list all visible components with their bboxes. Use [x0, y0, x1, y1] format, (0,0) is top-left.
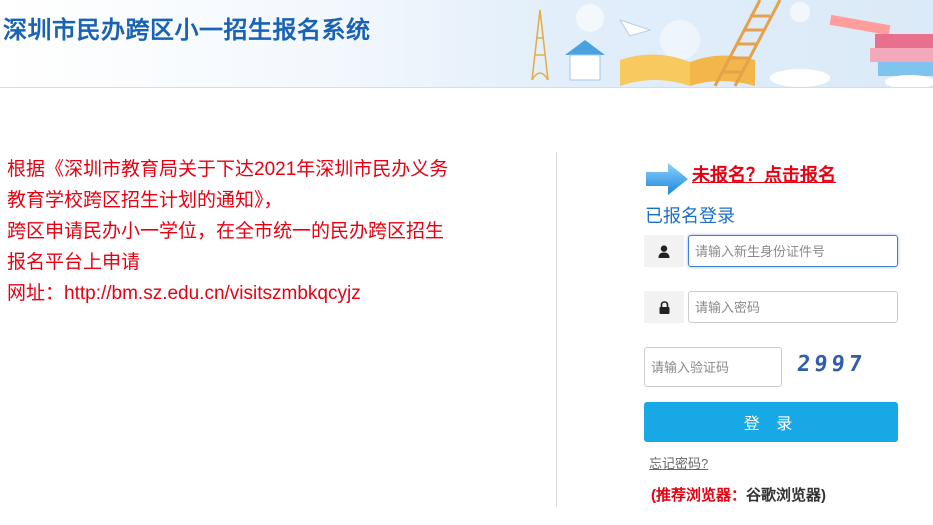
notice-line: 报名平台上申请	[7, 252, 141, 273]
login-heading: 已报名登录	[645, 206, 735, 226]
user-addon	[644, 235, 684, 267]
banner-illustration	[531, 0, 933, 87]
notice-line: 根据《深圳市教育局关于下达2021年深圳市民办义务	[7, 159, 449, 180]
site-title: 深圳市民办跨区小一招生报名系统	[3, 17, 371, 44]
id-number-input[interactable]	[688, 235, 898, 267]
captcha-input[interactable]	[644, 347, 782, 387]
register-link[interactable]: 未报名？点击报名	[692, 161, 836, 187]
header-banner: 深圳市民办跨区小一招生报名系统	[0, 0, 933, 88]
arrow-right-icon	[646, 163, 688, 195]
password-input[interactable]	[688, 291, 898, 323]
login-button[interactable]: 登 录	[644, 402, 898, 442]
notice-url-line: 网址：http://bm.sz.edu.cn/visitszmbkqcyjz	[7, 283, 361, 304]
lock-icon	[659, 300, 669, 314]
vertical-divider	[556, 152, 557, 507]
browser-recommendation: (推荐浏览器：谷歌浏览器)	[651, 484, 826, 505]
lock-addon	[644, 291, 684, 323]
notice-line: 教育学校跨区招生计划的通知》，	[7, 190, 283, 211]
captcha-image[interactable]: 2997	[796, 352, 868, 377]
browser-tip-label: (推荐浏览器：	[651, 487, 746, 504]
forgot-password-link[interactable]: 忘记密码?	[649, 453, 708, 472]
admission-notice: 根据《深圳市教育局关于下达2021年深圳市民办义务 教育学校跨区招生计划的通知》…	[7, 154, 527, 309]
notice-line: 跨区申请民办小一学位，在全市统一的民办跨区招生	[7, 221, 445, 242]
user-icon	[658, 244, 670, 258]
browser-tip-value: 谷歌浏览器)	[746, 487, 826, 504]
